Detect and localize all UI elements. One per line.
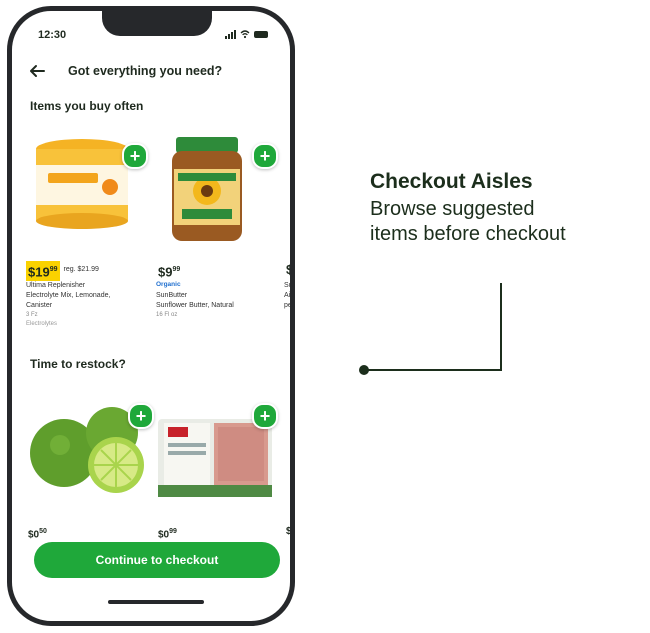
- product-size: 3 Fz: [26, 312, 38, 318]
- battery-icon: [254, 30, 268, 38]
- product-subtext: Electrolytes: [26, 321, 58, 327]
- price: $999: [158, 264, 181, 280]
- price: $050: [28, 528, 47, 541]
- product-name-line: Su: [284, 282, 293, 289]
- signal-icon: [225, 29, 236, 39]
- status-time: 12:30: [38, 29, 67, 41]
- price: $: [286, 526, 292, 537]
- sale-price: $1999: [26, 261, 60, 282]
- product-name-line: Ai: [284, 292, 291, 299]
- section-title-restock: Time to restock?: [30, 357, 126, 371]
- nav-header: Got everything you need?: [28, 63, 278, 79]
- section-title-often: Items you buy often: [30, 99, 144, 113]
- status-icons: [225, 29, 268, 39]
- price-row: $: [284, 523, 292, 541]
- add-to-cart-button[interactable]: +: [252, 403, 278, 429]
- product-name-line: Sunflower Butter, Natural: [156, 302, 234, 309]
- back-arrow-icon[interactable]: [28, 63, 46, 79]
- product-name-line: Ultima Replenisher: [26, 282, 86, 289]
- callout-line: Browse suggested: [370, 198, 535, 220]
- add-to-cart-button[interactable]: +: [128, 403, 154, 429]
- organic-tag: Organic: [156, 281, 181, 288]
- product-size: 16 Fl oz: [156, 312, 178, 318]
- product-name-line: SunButter: [156, 292, 188, 299]
- regular-price: reg. $21.99: [63, 266, 99, 273]
- phone-frame: 12:30 Got everything you need? Items you…: [7, 6, 295, 626]
- price-row: $999: [156, 261, 182, 281]
- product-name-line: Canister: [26, 302, 53, 309]
- callout-body: Browse suggested items before checkout: [370, 197, 650, 247]
- add-to-cart-button[interactable]: +: [252, 143, 278, 169]
- price-row: $: [284, 261, 294, 279]
- page-title: Got everything you need?: [68, 64, 223, 78]
- callout-title: Checkout Aisles: [370, 170, 533, 193]
- product-name-line: pe: [284, 302, 292, 309]
- product-image-limes: [30, 407, 144, 493]
- product-name-line: Electrolyte Mix, Lemonade,: [26, 292, 111, 299]
- wifi-icon: [240, 30, 250, 39]
- home-indicator: [108, 600, 204, 604]
- price: $: [286, 262, 294, 277]
- price-row: $1999 reg. $21.99: [26, 261, 99, 282]
- callout-line: items before checkout: [370, 223, 566, 245]
- phone-notch: [102, 11, 212, 36]
- add-to-cart-button[interactable]: +: [122, 143, 148, 169]
- continue-to-checkout-button[interactable]: Continue to checkout: [34, 542, 280, 578]
- price-row: $050: [26, 523, 49, 544]
